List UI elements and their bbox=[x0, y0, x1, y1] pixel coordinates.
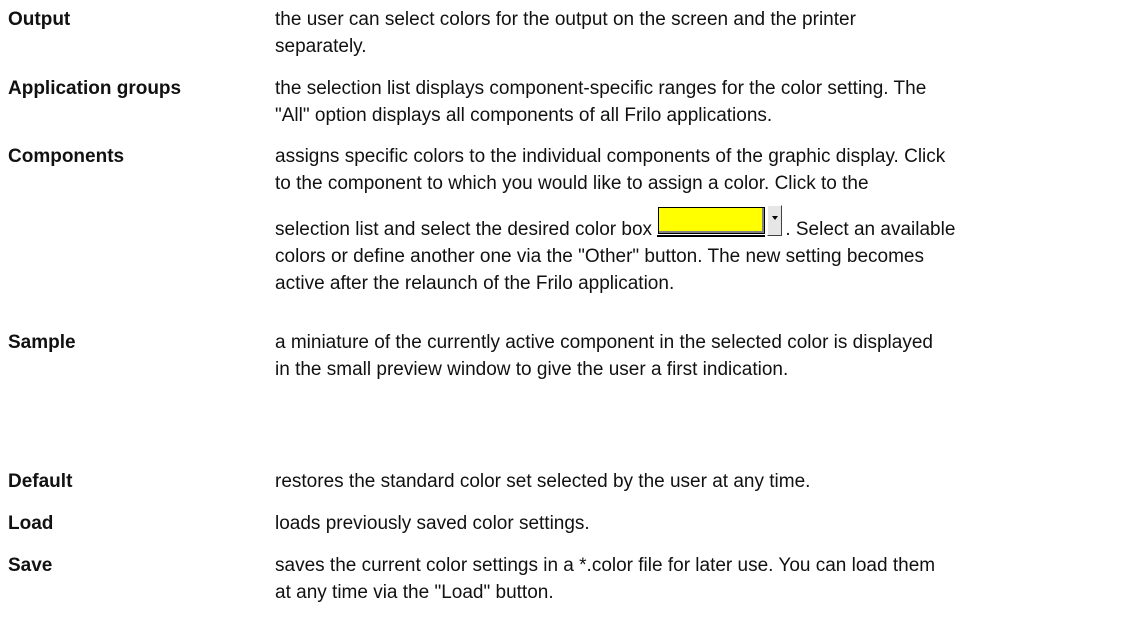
dropdown-arrow-icon bbox=[772, 216, 779, 220]
desc-sample: a miniature of the currently active comp… bbox=[275, 329, 1137, 383]
desc-text-after-box: . Select an available bbox=[785, 219, 956, 240]
desc-line: colors or define another one via the "Ot… bbox=[275, 246, 924, 267]
color-box-dropdown[interactable] bbox=[657, 205, 784, 238]
desc-line: loads previously saved color settings. bbox=[275, 513, 590, 534]
term-default: Default bbox=[8, 471, 73, 492]
desc-output: the user can select colors for the outpu… bbox=[275, 6, 1137, 60]
dropdown-button[interactable] bbox=[767, 205, 783, 236]
desc-text-before-box: selection list and select the desired co… bbox=[275, 219, 653, 240]
desc-line: saves the current color settings in a *.… bbox=[275, 555, 936, 576]
desc-line: "All" option displays all components of … bbox=[275, 105, 773, 126]
desc-line: assigns specific colors to the individua… bbox=[275, 146, 946, 167]
term-application-groups: Application groups bbox=[8, 78, 182, 99]
term-load: Load bbox=[8, 513, 54, 534]
desc-components: assigns specific colors to the individua… bbox=[275, 143, 1137, 297]
desc-line: to the component to which you would like… bbox=[275, 173, 869, 194]
desc-line: separately. bbox=[275, 36, 367, 57]
term-save: Save bbox=[8, 555, 53, 576]
term-sample: Sample bbox=[8, 332, 76, 353]
desc-line: in the small preview window to give the … bbox=[275, 359, 789, 380]
desc-line: the selection list displays component-sp… bbox=[275, 78, 927, 99]
term-components: Components bbox=[8, 146, 125, 167]
term-output: Output bbox=[8, 9, 71, 30]
desc-application-groups: the selection list displays component-sp… bbox=[275, 75, 1137, 129]
swatch-underline bbox=[657, 235, 766, 237]
color-swatch bbox=[658, 207, 766, 234]
desc-line-with-color-box: selection list and select the desired co… bbox=[275, 205, 1137, 243]
desc-save: saves the current color settings in a *.… bbox=[275, 552, 1137, 606]
desc-line: at any time via the "Load" button. bbox=[275, 582, 554, 603]
desc-default: restores the standard color set selected… bbox=[275, 468, 1137, 495]
desc-line: a miniature of the currently active comp… bbox=[275, 332, 933, 353]
desc-line: active after the relaunch of the Frilo a… bbox=[275, 273, 675, 294]
desc-line: restores the standard color set selected… bbox=[275, 471, 811, 492]
desc-load: loads previously saved color settings. bbox=[275, 510, 1137, 537]
desc-line: the user can select colors for the outpu… bbox=[275, 9, 856, 30]
